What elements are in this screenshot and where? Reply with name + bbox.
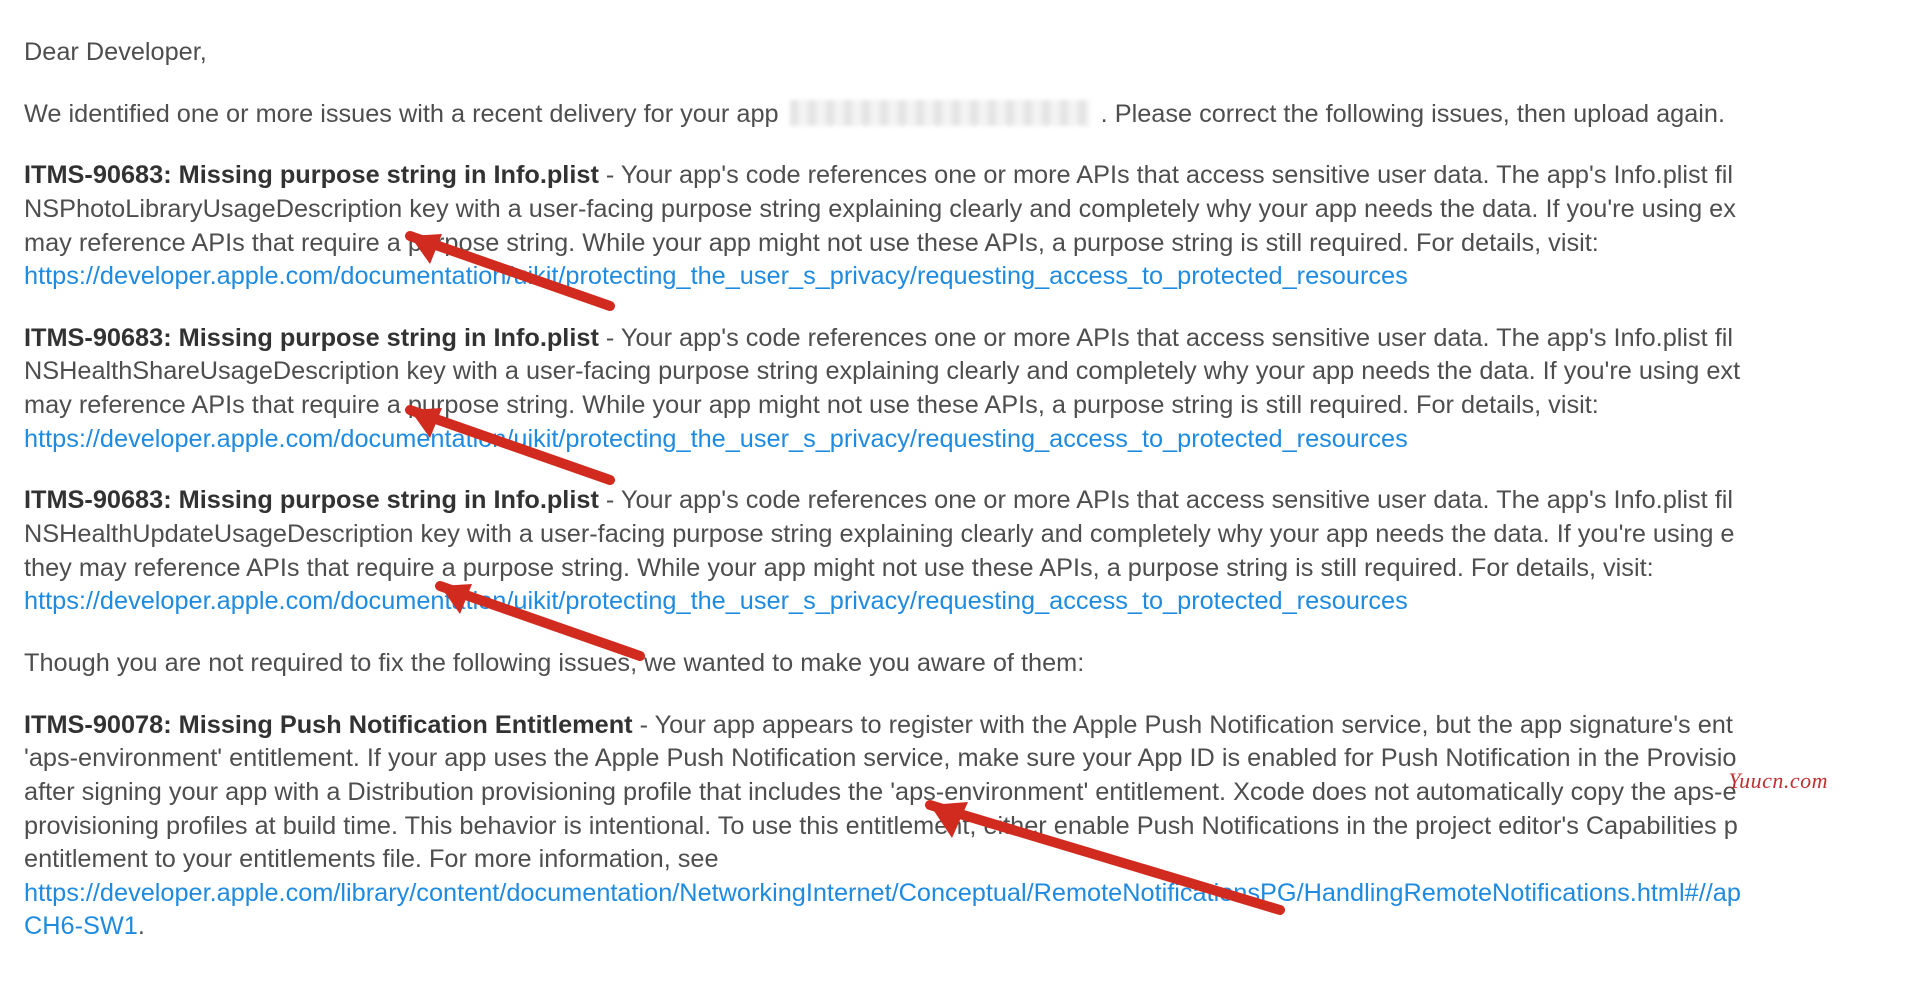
greeting-line: Dear Developer,	[24, 36, 1918, 70]
email-body: Dear Developer, We identified one or mor…	[0, 0, 1918, 1000]
issue-link[interactable]: https://developer.apple.com/documentatio…	[24, 262, 1408, 290]
issue-title: ITMS-90078: Missing Push Notification En…	[24, 711, 633, 739]
issue-text: - Your app appears to register with the …	[633, 711, 1733, 739]
issue-link[interactable]: https://developer.apple.com/library/cont…	[24, 879, 1741, 907]
issue-text: entitlement to your entitlements file. F…	[24, 845, 719, 873]
issue-block: ITMS-90683: Missing purpose string in In…	[24, 484, 1918, 619]
issue-link[interactable]: https://developer.apple.com/documentatio…	[24, 425, 1408, 453]
intro-line: We identified one or more issues with a …	[24, 98, 1918, 132]
issue-text: NSPhotoLibraryUsageDescription key with …	[24, 195, 1736, 223]
issue-block: ITMS-90683: Missing purpose string in In…	[24, 322, 1918, 457]
issue-text: NSHealthUpdateUsageDescription key with …	[24, 520, 1735, 548]
issue-text: - Your app's code references one or more…	[599, 486, 1733, 514]
intro-after: . Please correct the following issues, t…	[1101, 100, 1725, 128]
issue-text: provisioning profiles at build time. Thi…	[24, 812, 1738, 840]
issue-text: - Your app's code references one or more…	[599, 324, 1733, 352]
push-issue-block: ITMS-90078: Missing Push Notification En…	[24, 709, 1918, 944]
issue-text: after signing your app with a Distributi…	[24, 778, 1737, 806]
issue-link[interactable]: https://developer.apple.com/documentatio…	[24, 587, 1408, 615]
intro-before: We identified one or more issues with a …	[24, 100, 786, 128]
issue-title: ITMS-90683: Missing purpose string in In…	[24, 161, 599, 189]
issue-title: ITMS-90683: Missing purpose string in In…	[24, 324, 599, 352]
issue-text: 'aps-environment' entitlement. If your a…	[24, 744, 1736, 772]
watermark-text: Yuucn.com	[1728, 766, 1828, 795]
issue-title: ITMS-90683: Missing purpose string in In…	[24, 486, 599, 514]
issue-text: NSHealthShareUsageDescription key with a…	[24, 357, 1740, 385]
issue-text: may reference APIs that require a purpos…	[24, 229, 1599, 257]
issue-link[interactable]: CH6-SW1	[24, 912, 138, 940]
redacted-app-name	[790, 100, 1090, 126]
issue-text: may reference APIs that require a purpos…	[24, 391, 1599, 419]
notice-line: Though you are not required to fix the f…	[24, 647, 1918, 681]
issue-block: ITMS-90683: Missing purpose string in In…	[24, 159, 1918, 294]
issue-text: they may reference APIs that require a p…	[24, 554, 1654, 582]
link-trail: .	[138, 912, 145, 940]
issue-text: - Your app's code references one or more…	[599, 161, 1733, 189]
